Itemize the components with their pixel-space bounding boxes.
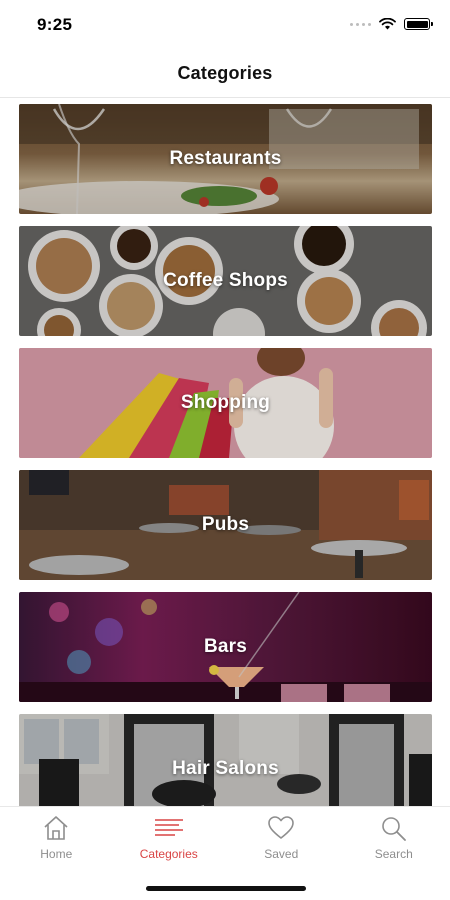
signal-icon	[350, 22, 371, 26]
category-label: Shopping	[180, 392, 271, 413]
category-label: Restaurants	[169, 148, 282, 169]
category-label: Pubs	[201, 514, 250, 535]
category-card-pubs[interactable]: Pubs	[19, 470, 432, 580]
tab-categories-label: Categories	[139, 847, 198, 861]
status-time: 9:25	[37, 15, 73, 34]
status-bar: 9:25	[0, 0, 450, 50]
home-indicator[interactable]	[146, 886, 306, 891]
tab-bar: Home Categories Saved Search	[0, 806, 450, 900]
tab-home-label: Home	[40, 847, 73, 861]
category-card-coffee-shops[interactable]: Coffee Shops	[19, 226, 432, 336]
tab-search-label: Search	[374, 847, 413, 861]
category-card-hair-salons[interactable]: Hair Salons	[19, 714, 432, 806]
category-card-bars[interactable]: Bars	[19, 592, 432, 702]
tab-home[interactable]: Home	[0, 807, 113, 869]
battery-icon	[404, 18, 433, 30]
category-label: Hair Salons	[172, 758, 279, 779]
search-icon	[381, 817, 406, 841]
wifi-icon	[379, 18, 396, 30]
heart-icon	[268, 816, 295, 839]
tab-saved-label: Saved	[264, 847, 299, 861]
tab-search[interactable]: Search	[338, 807, 450, 869]
nav-header: Categories	[0, 50, 450, 98]
status-icons	[350, 18, 433, 30]
category-label: Bars	[203, 636, 248, 657]
categories-icon	[154, 819, 183, 836]
category-label: Coffee Shops	[163, 270, 288, 291]
category-list[interactable]: Restaurants Coffee Shops Shopping Pubs B…	[0, 98, 450, 806]
category-card-shopping[interactable]: Shopping	[19, 348, 432, 458]
tab-saved[interactable]: Saved	[225, 807, 338, 869]
page-title: Categories	[177, 63, 273, 83]
home-icon	[44, 816, 68, 840]
tab-categories[interactable]: Categories	[113, 807, 226, 869]
category-card-restaurants[interactable]: Restaurants	[19, 104, 432, 214]
